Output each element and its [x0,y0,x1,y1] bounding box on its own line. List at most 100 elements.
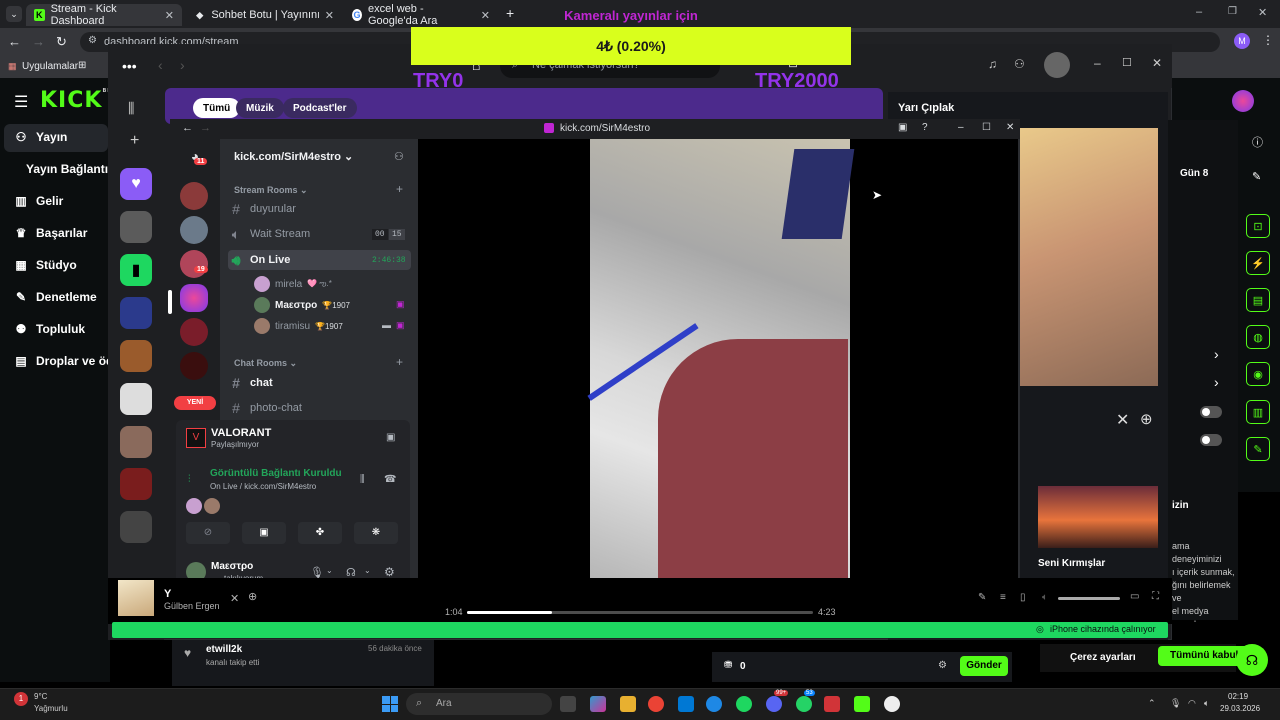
category-stream-rooms[interactable]: Stream Rooms ⌄ [234,185,308,196]
capture-icon[interactable]: ⊡ [1246,214,1270,238]
file-explorer-icon[interactable] [620,696,636,712]
lyrics-icon[interactable]: ✎ [978,592,986,603]
album-title[interactable]: Seni Kırmışlar [1038,558,1105,569]
document-icon[interactable]: ▤ [1246,288,1270,312]
forward-arrow-icon[interactable]: → [200,122,211,134]
add-channel-icon[interactable]: + [396,355,403,369]
add-channel-icon[interactable]: + [396,182,403,196]
close-window-icon[interactable]: ✕ [1258,6,1267,19]
discord-icon[interactable] [766,696,782,712]
friends-icon[interactable]: ⚇ [1014,57,1025,71]
points-icon[interactable]: ⛃ [724,660,732,671]
user-settings-gear-icon[interactable]: ⚙ [384,565,395,579]
valorant-app-icon[interactable] [824,696,840,712]
volume-tray-icon[interactable]: 🔈︎ [1204,698,1209,709]
bookmark-apps[interactable]: Uygulamalar [22,61,78,72]
category-chat-rooms[interactable]: Chat Rooms ⌄ [234,358,297,369]
apps-grid-icon[interactable]: ▦ [8,61,17,72]
device-playing-bar[interactable]: ◎ iPhone cihazında çalınıyor [112,622,1168,638]
noise-suppression-icon[interactable]: ⫼ [360,474,365,485]
chip-all[interactable]: Tümü [193,98,241,118]
popout-minimize-icon[interactable]: – [958,122,964,133]
channel-duyurular[interactable]: # duyurular [228,199,296,219]
mic-tray-icon[interactable]: 🎙︎ [1170,698,1181,709]
disconnect-icon[interactable]: ☎ [384,474,396,485]
self-name[interactable]: Μaεστρο [211,561,253,572]
widgets-icon[interactable] [590,696,606,712]
nav-studyo[interactable]: ▦ Stüdyo [14,258,76,272]
track-cover[interactable] [118,580,154,616]
taskbar-search[interactable]: ⌕ Ara [406,693,552,715]
stream-video[interactable] [418,139,1018,597]
nav-back-icon[interactable]: ‹ [158,57,163,73]
playlist-thumb[interactable] [120,297,152,329]
participant-avatar[interactable] [204,498,220,514]
chat-settings-icon[interactable]: ⚙ [938,660,947,671]
reload-icon[interactable]: ↻ [56,34,67,50]
cookie-settings-button[interactable]: Çerez ayarları [1070,652,1136,663]
headphone-options-chevron-icon[interactable]: ⌄ [364,566,371,575]
chip-podcasts[interactable]: Podcast'ler [283,98,357,118]
wifi-icon[interactable]: ◠ [1188,698,1196,709]
guild-icon[interactable] [180,318,208,346]
profile-avatar[interactable]: M [1234,33,1250,49]
spotify-icon[interactable] [736,696,752,712]
nav-yayin-baglantisi[interactable]: Yayın Bağlantısı [26,162,118,176]
invite-people-icon[interactable]: ⚇ [394,150,404,163]
chrome-icon[interactable] [648,696,664,712]
share-screen-icon[interactable]: ▣ [386,432,395,443]
support-headset-icon[interactable]: ☊ [1236,644,1268,676]
layers-icon[interactable]: ▥ [1246,400,1270,424]
miniplayer-icon[interactable]: ▭ [1130,591,1139,602]
add-icon[interactable]: + [130,132,139,150]
add-to-playlist-icon[interactable]: ⊕ [248,590,257,603]
voice-status[interactable]: Görüntülü Bağlantı Kuruldu [210,468,342,479]
voice-user-maestro[interactable]: Μaεστρο 🏆1907 [254,296,350,314]
user-avatar[interactable] [1044,52,1070,78]
kick-user-avatar[interactable] [1232,90,1254,112]
windows-start-icon[interactable] [382,696,398,712]
site-info-icon[interactable]: ⚙ [88,35,97,46]
close-icon[interactable]: ✕ [1116,410,1129,430]
toggle-switch[interactable] [1200,406,1222,418]
forward-icon[interactable]: → [32,34,45,49]
edit-icon[interactable]: ✎ [1252,170,1261,183]
device-icon[interactable]: ▯ [1020,592,1026,603]
channel-wait-stream[interactable]: 🔈︎ Wait Stream [228,224,310,244]
participant-avatar[interactable] [186,498,202,514]
guild-icon[interactable] [180,352,208,380]
volume-slider[interactable] [1058,597,1120,600]
close-tab-icon[interactable]: ✕ [325,9,334,22]
signal-icon[interactable]: ◉ [1246,362,1270,386]
progress-track[interactable] [467,611,813,614]
back-arrow-icon[interactable]: ← [182,122,193,134]
nav-basarilar[interactable]: ♛ Başarılar [14,226,88,240]
queue-icon[interactable]: ≡ [1000,592,1006,603]
send-button[interactable]: Gönder [960,656,1008,676]
window-maximize-icon[interactable]: ☐ [1122,56,1132,69]
tab-sohbet-botu[interactable]: ◆ Sohbet Botu | Yayınını güçlendi ✕ [186,4,342,26]
channel-chat[interactable]: # chat [228,373,273,393]
back-icon[interactable]: ← [8,34,21,49]
soundboard-button[interactable]: ❋ [354,522,398,544]
popout-maximize-icon[interactable]: ☐ [982,122,991,133]
whatsapp-icon[interactable] [796,696,812,712]
add-circle-icon[interactable]: ⊕ [1140,410,1153,428]
nav-yayin[interactable]: ⚇ Yayın [14,130,68,144]
task-view-icon[interactable] [560,696,576,712]
toggle-switch[interactable] [1200,434,1222,446]
tab-kick-dashboard[interactable]: K Stream - Kick Dashboard ✕ [26,3,182,27]
guild-icon[interactable] [180,182,208,210]
close-tab-icon[interactable]: ✕ [165,9,174,22]
weather-text[interactable]: Yağmurlu [34,704,68,713]
accept-all-button[interactable]: Tümünü kabul [1158,646,1248,666]
nav-gelir[interactable]: ▥ Gelir [14,194,63,208]
window-close-icon[interactable]: ✕ [1152,56,1162,70]
tab-search-chevron-icon[interactable]: ⌄ [6,6,22,22]
info-icon[interactable]: ⓘ [1252,134,1263,150]
notification-bell-icon[interactable]: ♫ [988,57,997,71]
playlist-thumb[interactable] [120,468,152,500]
nav-droplar[interactable]: ▤ Droplar ve ödü [14,354,120,368]
screen-share-button[interactable]: ▣ [242,522,286,544]
chevron-right-icon[interactable]: › [1214,374,1219,390]
